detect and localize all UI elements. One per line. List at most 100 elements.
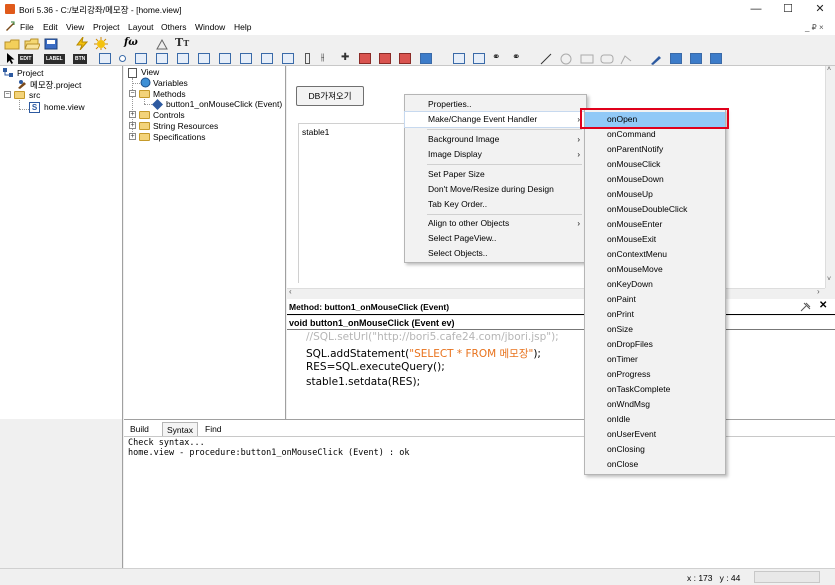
event-onmousedoubleclick[interactable]: onMouseDoubleClick xyxy=(585,202,725,217)
function-icon[interactable]: fω xyxy=(124,37,138,48)
menu-view[interactable]: View xyxy=(66,22,84,32)
menu-project[interactable]: Project xyxy=(93,22,119,32)
ctx-tab-key-order[interactable]: Tab Key Order.. xyxy=(405,197,586,212)
slider-tool-icon[interactable] xyxy=(305,53,310,64)
ctx-background-image[interactable]: Background Image › xyxy=(405,132,586,147)
stable1-control[interactable]: stable1 xyxy=(298,123,408,283)
collapse-src-icon[interactable]: − xyxy=(4,91,11,98)
ctx-select-pageview[interactable]: Select PageView.. xyxy=(405,231,586,246)
event-oncommand[interactable]: onCommand xyxy=(585,127,725,142)
special1-tool-icon[interactable] xyxy=(670,53,682,64)
ellipse-tool-icon[interactable] xyxy=(560,53,572,65)
group-tool-icon[interactable] xyxy=(198,53,210,64)
splitter-tool-icon[interactable]: ⫲ xyxy=(321,52,324,63)
menu-window[interactable]: Window xyxy=(195,22,225,32)
listbox-tool-icon[interactable] xyxy=(135,53,147,64)
menu-edit[interactable]: Edit xyxy=(43,22,58,32)
radio-tool-icon[interactable] xyxy=(119,55,126,62)
design-horizontal-scrollbar[interactable]: ‹ › xyxy=(287,287,825,298)
scroll-right-icon[interactable]: › xyxy=(817,287,820,296)
grid-tool-icon[interactable] xyxy=(359,53,371,64)
panel-tool-icon[interactable] xyxy=(282,53,294,64)
event-onwndmsg[interactable]: onWndMsg xyxy=(585,397,725,412)
scroll-down-icon[interactable]: ˅ xyxy=(827,276,831,283)
minimize-button[interactable]: — xyxy=(749,2,763,16)
tree-variables[interactable]: Variables xyxy=(153,78,188,88)
expand-strings-icon[interactable]: + xyxy=(129,122,136,129)
tab-tool-icon[interactable] xyxy=(219,53,231,64)
menu-layout[interactable]: Layout xyxy=(128,22,154,32)
db-load-button[interactable]: DB가져오기 xyxy=(296,86,364,106)
event-oncontextmenu[interactable]: onContextMenu xyxy=(585,247,725,262)
tree-method-button1[interactable]: button1_onMouseClick (Event) xyxy=(166,99,282,109)
button-control-tool[interactable]: BTN xyxy=(73,54,88,64)
table-tool-icon[interactable] xyxy=(399,53,411,64)
stable-tool-icon[interactable] xyxy=(379,53,391,64)
event-onmousedown[interactable]: onMouseDown xyxy=(585,172,725,187)
ctx-make-change-event-handler[interactable]: Make/Change Event Handler › xyxy=(404,111,587,128)
tab-syntax[interactable]: Syntax xyxy=(162,422,198,436)
event-ondropfiles[interactable]: onDropFiles xyxy=(585,337,725,352)
ctx-properties[interactable]: Properties.. xyxy=(405,97,586,112)
method-close-icon[interactable]: ✕ xyxy=(819,300,827,311)
checkbox-tool-icon[interactable] xyxy=(99,53,111,64)
edit-control-tool[interactable]: EDIT xyxy=(18,54,34,64)
paint-icon[interactable] xyxy=(155,38,169,50)
polyline-tool-icon[interactable] xyxy=(620,53,632,65)
html-tool-icon[interactable] xyxy=(420,53,432,64)
event-onpaint[interactable]: onPaint xyxy=(585,292,725,307)
tree-methods[interactable]: Methods xyxy=(153,89,186,99)
tree-controls[interactable]: Controls xyxy=(153,110,185,120)
menu-help[interactable]: Help xyxy=(234,22,251,32)
special3-tool-icon[interactable] xyxy=(710,53,722,64)
tree-project-root[interactable]: Project xyxy=(17,68,43,78)
scroll-left-icon[interactable]: ‹ xyxy=(289,287,292,296)
rect-tool-icon[interactable] xyxy=(580,54,594,64)
ctx-image-display[interactable]: Image Display › xyxy=(405,147,586,162)
expand-controls-icon[interactable]: + xyxy=(129,111,136,118)
calendar-tool-icon[interactable] xyxy=(453,53,465,64)
link-tool-icon[interactable]: ⚭ xyxy=(492,52,500,63)
event-onkeydown[interactable]: onKeyDown xyxy=(585,277,725,292)
combobox-tool-icon[interactable] xyxy=(156,53,168,64)
close-button[interactable]: ✕ xyxy=(813,2,827,16)
image-tool-icon[interactable] xyxy=(261,53,273,64)
event-onprogress[interactable]: onProgress xyxy=(585,367,725,382)
run-icon[interactable] xyxy=(76,37,88,50)
scrollbar-tool-icon[interactable] xyxy=(177,53,189,64)
event-onuserevent[interactable]: onUserEvent xyxy=(585,427,725,442)
tree-view-root[interactable]: View xyxy=(141,67,159,77)
tree-string-resources[interactable]: String Resources xyxy=(153,121,218,131)
link2-tool-icon[interactable]: ⚭ xyxy=(512,52,520,63)
event-onclosing[interactable]: onClosing xyxy=(585,442,725,457)
line-tool-icon[interactable] xyxy=(540,53,552,65)
method-pin-icon[interactable] xyxy=(800,302,811,312)
event-onmouseup[interactable]: onMouseUp xyxy=(585,187,725,202)
event-onmousemove[interactable]: onMouseMove xyxy=(585,262,725,277)
ctx-dont-move-resize[interactable]: Don't Move/Resize during Design xyxy=(405,182,586,197)
ctx-select-objects[interactable]: Select Objects.. xyxy=(405,246,586,261)
ctx-align-to-other-objects[interactable]: Align to other Objects › xyxy=(405,216,586,231)
event-onclose[interactable]: onClose xyxy=(585,457,725,472)
event-onsize[interactable]: onSize xyxy=(585,322,725,337)
roundrect-tool-icon[interactable] xyxy=(600,54,614,64)
tree-specifications[interactable]: Specifications xyxy=(153,132,205,142)
save-icon[interactable] xyxy=(44,38,58,50)
cross-tool-icon[interactable]: ✚ xyxy=(341,52,349,63)
font-icon[interactable]: TT xyxy=(175,36,189,49)
tab-build[interactable]: Build xyxy=(126,422,153,436)
label-control-tool[interactable]: LABEL xyxy=(44,54,65,64)
open-folder-icon[interactable] xyxy=(24,38,40,50)
special2-tool-icon[interactable] xyxy=(690,53,702,64)
design-vertical-scrollbar[interactable]: ˄ ˅ xyxy=(825,66,835,288)
chart-tool-icon[interactable] xyxy=(473,53,485,64)
event-onmouseclick[interactable]: onMouseClick xyxy=(585,157,725,172)
event-ontimer[interactable]: onTimer xyxy=(585,352,725,367)
event-ontaskcomplete[interactable]: onTaskComplete xyxy=(585,382,725,397)
menu-file[interactable]: File xyxy=(20,22,34,32)
mdi-controls[interactable]: _ ₽ × xyxy=(805,23,824,32)
menu-others[interactable]: Others xyxy=(161,22,187,32)
scroll-up-icon[interactable]: ˄ xyxy=(827,66,831,73)
maximize-button[interactable]: ☐ xyxy=(781,2,795,16)
ctx-set-paper-size[interactable]: Set Paper Size xyxy=(405,167,586,182)
